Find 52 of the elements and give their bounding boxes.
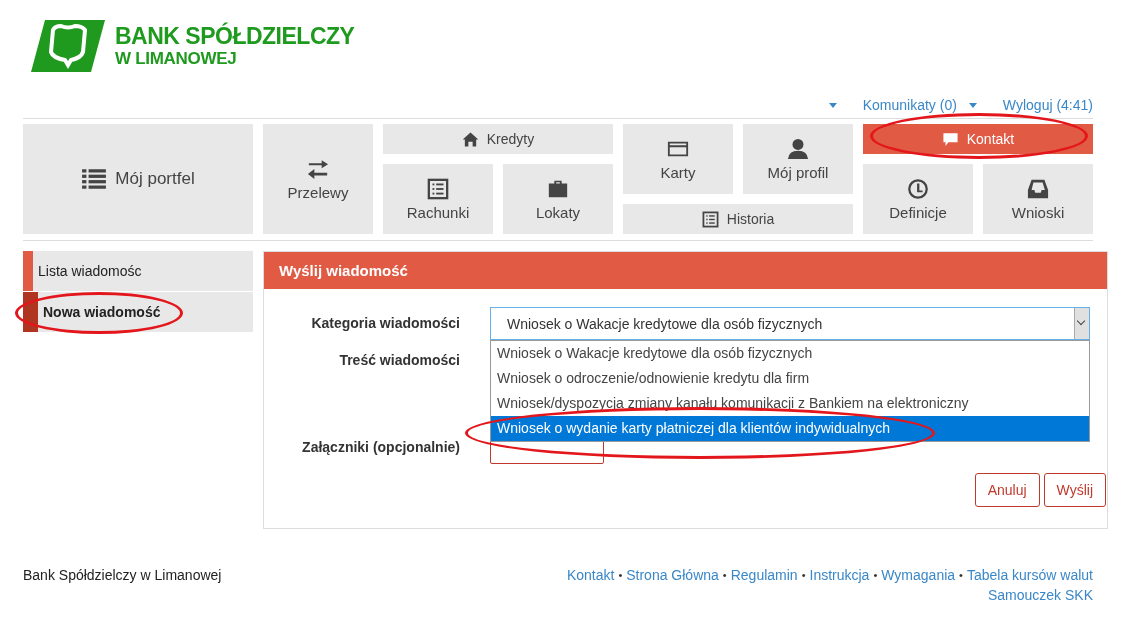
dropdown-option[interactable]: Wniosek o Wakacje kredytowe dla osób fizycznych <box>491 341 1089 366</box>
menu-tile[interactable]: Lokaty <box>503 164 613 234</box>
menu-tile[interactable]: Wnioski <box>983 164 1093 234</box>
person-icon <box>787 137 809 160</box>
top-link[interactable]: Wyloguj (4:41) <box>1002 97 1093 113</box>
menu-tile[interactable]: Mój profil <box>743 124 853 194</box>
footer-link[interactable]: Regulamin <box>730 567 798 583</box>
cancel-button[interactable]: Anuluj <box>974 473 1040 507</box>
field-label: Kategoria wiadomości <box>310 314 460 331</box>
menu-tile[interactable]: Kredyty <box>383 124 613 154</box>
caret-icon[interactable] <box>828 102 837 108</box>
dropdown-option[interactable]: Wniosek o wydanie karty płatniczej dla klientów indywidualnych <box>491 416 1089 441</box>
clock-icon <box>907 177 929 200</box>
speech-bubble-icon <box>941 130 959 148</box>
footer-link[interactable]: Samouczek SKK <box>987 587 1093 603</box>
menu-tile[interactable]: Mój portfel <box>23 124 253 234</box>
ledger-icon <box>701 210 719 228</box>
top-link[interactable]: Komunikaty (0) <box>862 97 957 113</box>
menu-tile[interactable]: Kontakt <box>863 124 1093 154</box>
sidebar-item[interactable]: Nowa wiadomość <box>23 292 253 332</box>
logo-icon <box>31 20 105 72</box>
menu-tile[interactable]: Rachunki <box>383 164 493 234</box>
menu-tile[interactable]: Przelewy <box>263 124 373 234</box>
logo-subtitle: W LIMANOWEJ <box>115 50 238 67</box>
menu-tile[interactable]: Karty <box>623 124 733 194</box>
caret-icon[interactable] <box>968 102 977 108</box>
link-separator: • <box>801 569 806 581</box>
field-label: Załączniki (opcjonalnie) <box>301 438 460 455</box>
footer-link[interactable]: Tabela kursów walut <box>966 567 1093 583</box>
dropdown-option[interactable]: Wniosek o odroczenie/odnowienie kredytu dla firm <box>491 366 1089 391</box>
dropdown-option[interactable]: Wniosek/dyspozycja zmiany kanału komunikacji z Bankiem na elektroniczny <box>491 391 1089 416</box>
link-separator: • <box>618 569 623 581</box>
footer-link[interactable]: Kontakt <box>566 567 615 583</box>
menu-tile[interactable]: Historia <box>623 204 853 234</box>
field-label: Treść wiadomości <box>338 352 460 368</box>
link-separator: • <box>959 569 963 581</box>
panel-title: Wyślij wiadomość <box>279 262 408 279</box>
footer-link[interactable]: Strona Główna <box>626 567 719 583</box>
menu-tile[interactable]: Definicje <box>863 164 973 234</box>
category-select[interactable]: Wniosek o Wakacje kredytowe dla osób fizycznych <box>490 307 1090 340</box>
list-icon <box>81 166 108 192</box>
footer-link[interactable]: Instrukcja <box>809 567 870 583</box>
chevron-icon <box>1074 308 1089 339</box>
house-icon <box>461 130 479 148</box>
ledger-icon <box>427 177 449 200</box>
footer-link[interactable]: Wymagania <box>881 567 956 583</box>
link-separator: • <box>873 569 878 581</box>
tray-icon <box>1027 177 1049 200</box>
footer-bank-name: Bank Spółdzielczy w Limanowej <box>23 567 222 585</box>
send-button[interactable]: Wyślij <box>1043 473 1106 507</box>
link-separator: • <box>722 569 727 581</box>
sidebar-item[interactable]: Lista wiadomośc <box>23 251 253 291</box>
